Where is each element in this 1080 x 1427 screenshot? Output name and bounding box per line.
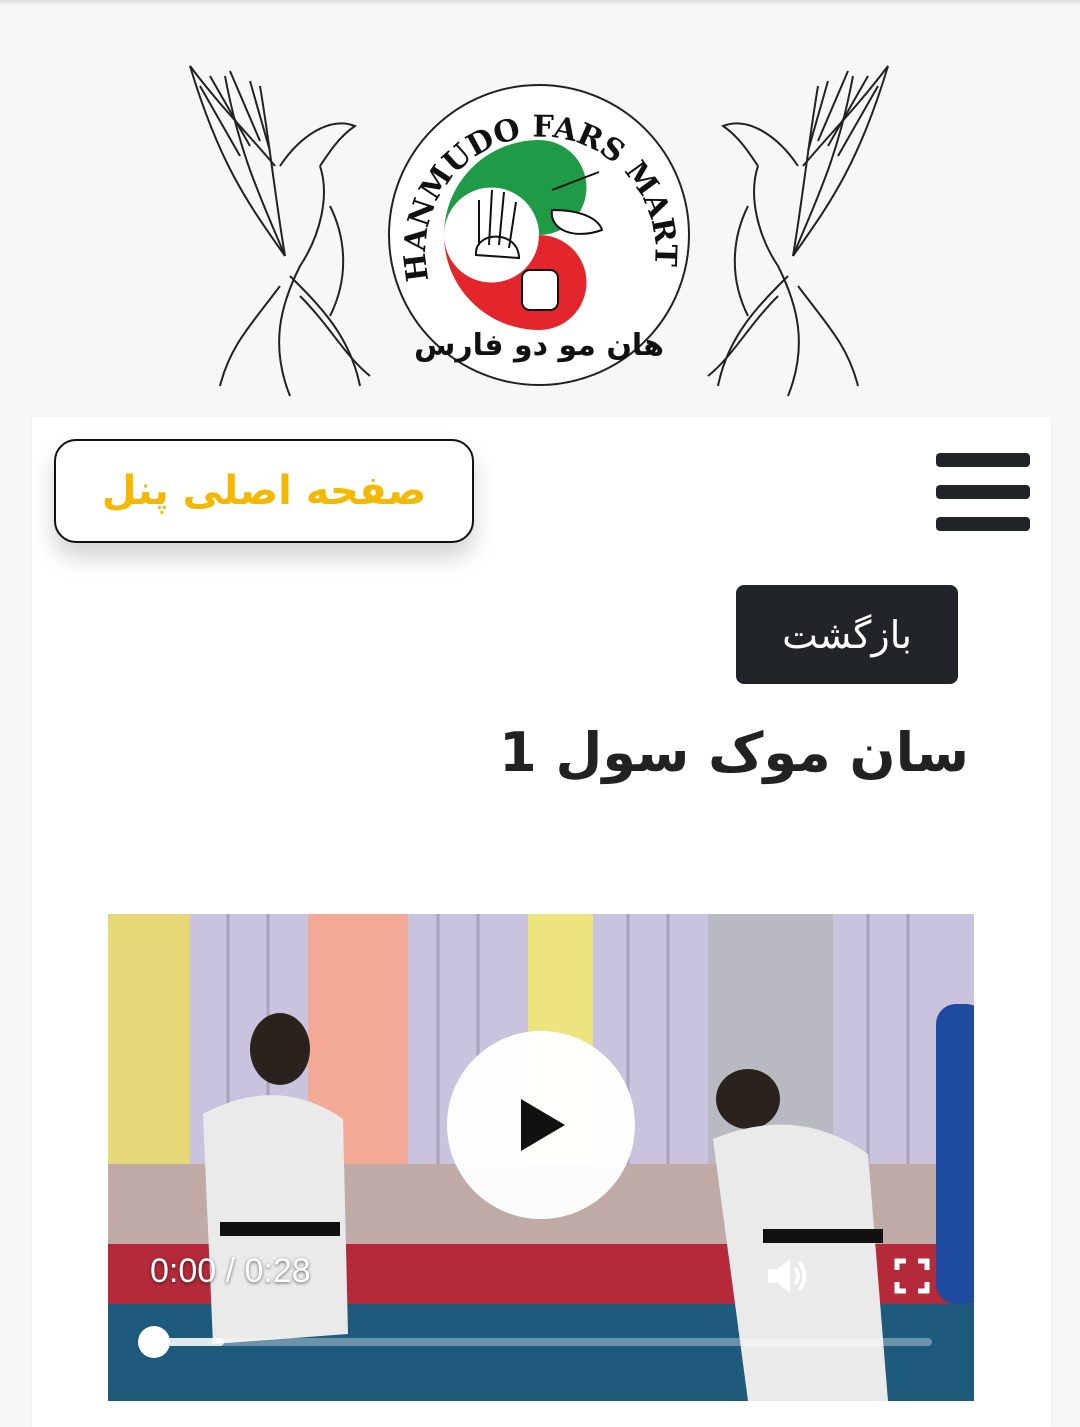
phoenix-right-icon — [707, 65, 889, 397]
video-time: 0:00 / 0:28 — [150, 1252, 311, 1290]
panel-home-button[interactable]: صفحه اصلی پنل — [54, 439, 474, 543]
video-player[interactable]: 0:00 / 0:28 — [108, 914, 974, 1401]
site-header: HANMUDO FARS MARTIAL ARTS هان مو دو فارس — [0, 10, 1080, 410]
logo-text-fa: هان مو دو فارس — [414, 328, 664, 363]
top-divider — [0, 0, 1080, 6]
hamburger-icon[interactable] — [936, 453, 1030, 533]
content-card: صفحه اصلی پنل بازگشت سان موک سول 1 0:00 … — [32, 417, 1051, 1427]
video-progress-thumb[interactable] — [138, 1326, 170, 1358]
fullscreen-icon[interactable] — [894, 1258, 930, 1294]
page-title: سان موک سول 1 — [499, 721, 969, 784]
back-button[interactable]: بازگشت — [736, 585, 958, 684]
play-icon — [521, 1099, 565, 1151]
phoenix-left-icon — [189, 65, 371, 397]
video-progress-bar[interactable] — [138, 1326, 932, 1358]
volume-icon[interactable] — [762, 1252, 810, 1300]
play-button[interactable] — [447, 1031, 635, 1219]
hanmudo-logo: HANMUDO FARS MARTIAL ARTS هان مو دو فارس — [384, 80, 690, 386]
